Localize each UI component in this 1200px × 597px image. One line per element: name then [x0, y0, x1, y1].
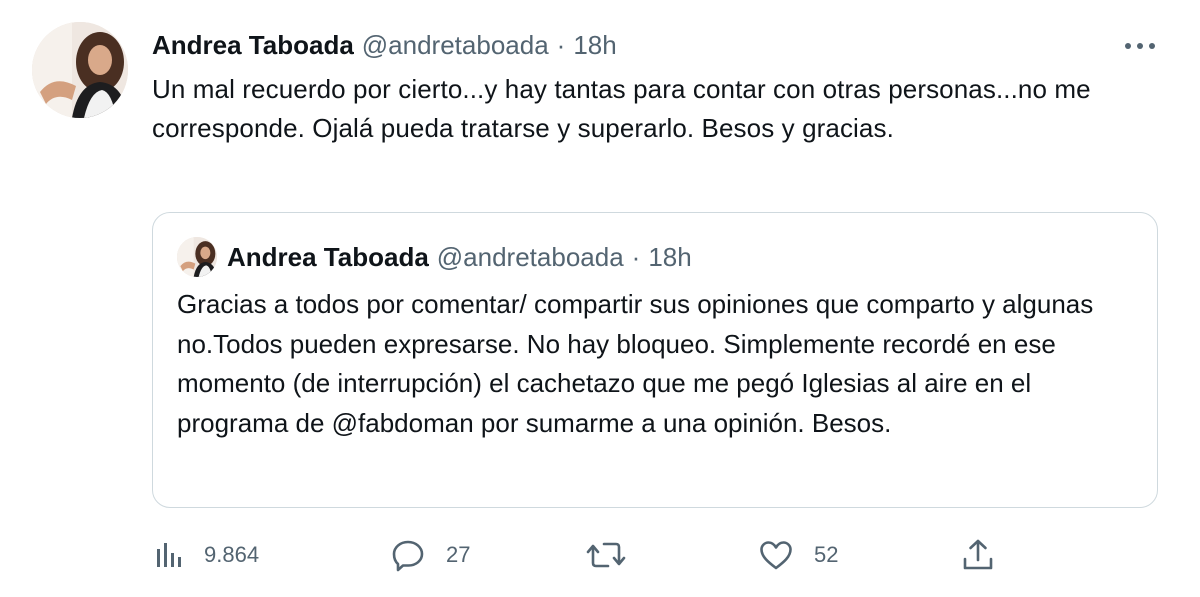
quoted-author-name: Andrea Taboada [227, 241, 429, 272]
tweet-header: Andrea Taboada @andretaboada · 18h [152, 28, 617, 62]
author-name[interactable]: Andrea Taboada [152, 30, 354, 61]
author-avatar[interactable] [32, 22, 128, 118]
views-button[interactable]: 9.864 [152, 534, 259, 576]
tweet[interactable]: Andrea Taboada @andretaboada · 18h Un ma… [0, 0, 1200, 597]
quoted-tweet-timestamp: 18h [648, 241, 692, 272]
quoted-author-handle: @andretaboada [436, 241, 624, 272]
tweet-action-bar: 9.864 27 52 [152, 534, 1012, 576]
tweet-timestamp[interactable]: 18h [573, 30, 616, 61]
share-button[interactable] [960, 534, 1016, 576]
heart-icon [760, 541, 792, 570]
reply-bubble-icon [392, 540, 424, 572]
reply-count: 27 [446, 542, 471, 567]
reply-button[interactable]: 27 [390, 534, 470, 576]
quoted-author-avatar [177, 237, 217, 277]
more-horizontal-icon [1125, 43, 1155, 49]
quoted-header-separator: · [631, 241, 641, 272]
quoted-tweet-header: Andrea Taboada @andretaboada · 18h [227, 239, 692, 275]
like-count: 52 [814, 542, 839, 567]
quoted-tweet[interactable]: Andrea Taboada @andretaboada · 18h Graci… [152, 212, 1158, 508]
more-options-button[interactable] [1122, 32, 1158, 60]
retweet-button[interactable] [586, 534, 646, 576]
views-count: 9.864 [204, 542, 260, 567]
retweet-icon [586, 542, 626, 568]
tweet-text: Un mal recuerdo por cierto...y hay tanta… [152, 74, 1091, 143]
share-upload-icon [963, 539, 993, 570]
like-button[interactable]: 52 [758, 534, 838, 576]
header-separator: · [556, 29, 566, 60]
quoted-tweet-text: Gracias a todos por comentar/ compartir … [177, 289, 1094, 438]
views-chart-icon [157, 543, 181, 567]
author-handle[interactable]: @andretaboada [362, 30, 549, 61]
